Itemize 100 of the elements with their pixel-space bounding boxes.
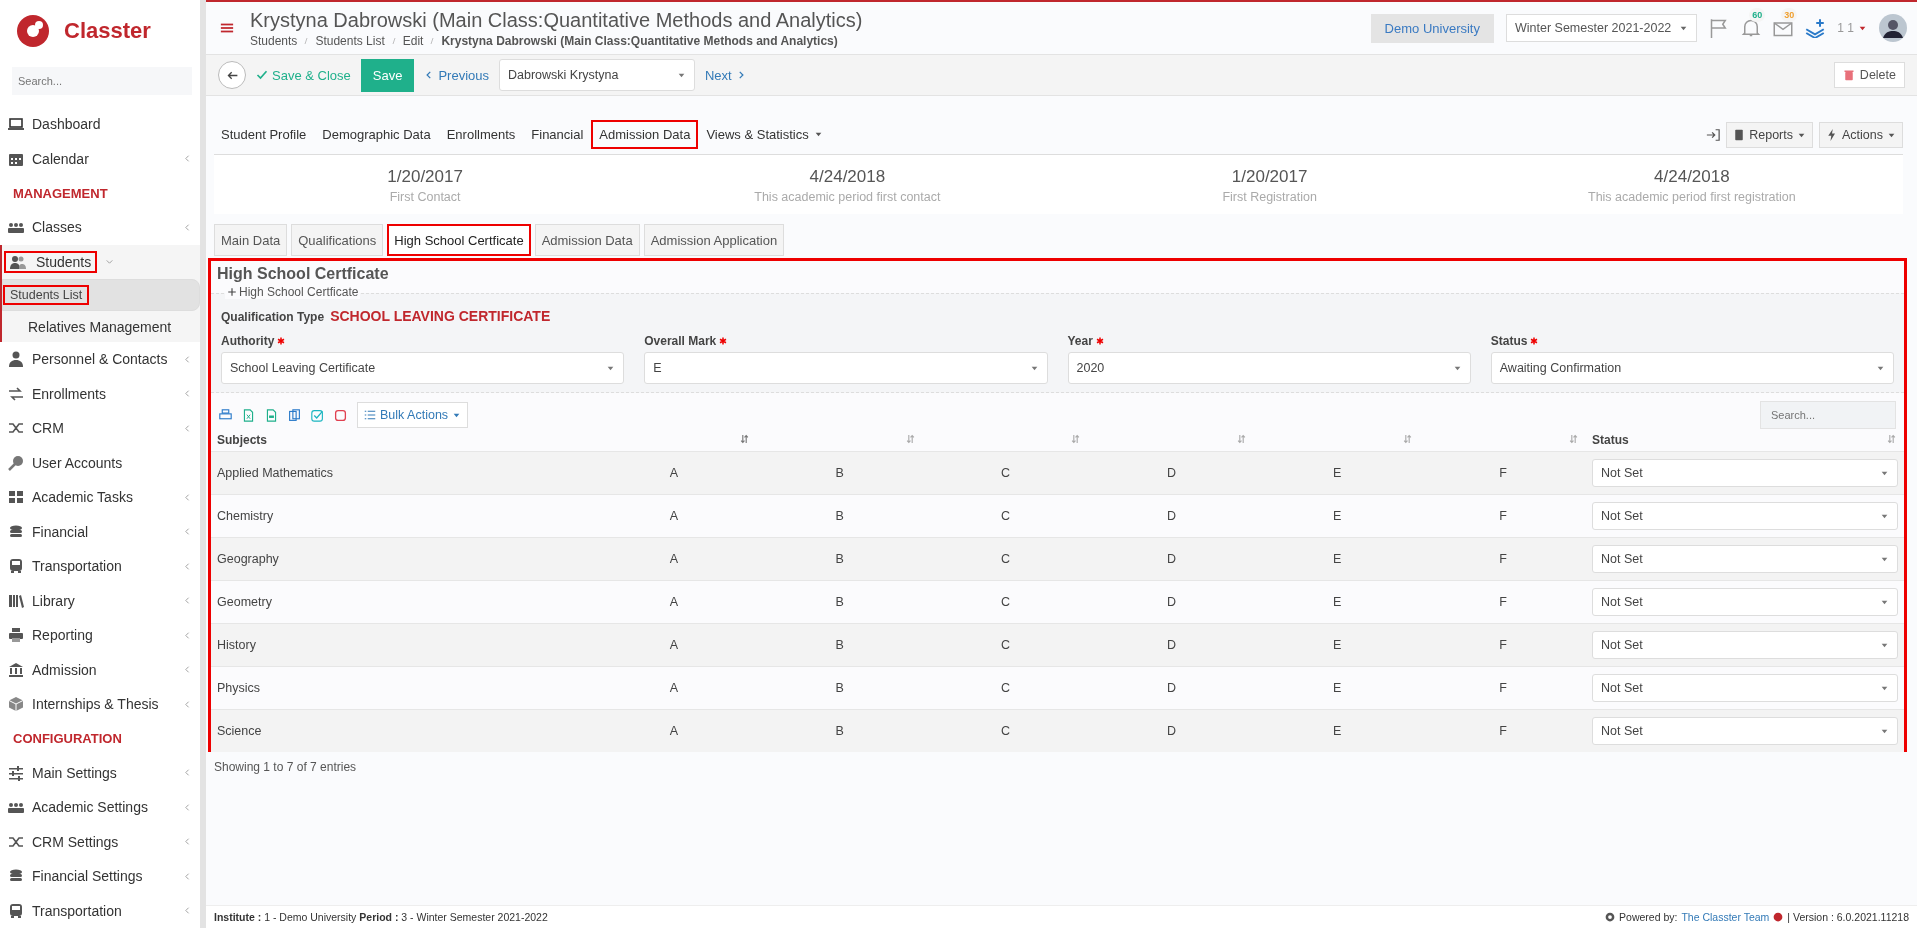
institution-button[interactable]: Demo University [1370,13,1494,43]
sidebar-item[interactable]: Calendar [0,141,200,176]
table-cell: F [1420,709,1586,752]
status-select[interactable]: Not Set [1592,545,1898,573]
subtab[interactable]: Admission Data [534,224,640,256]
status-select[interactable]: Not Set [1592,459,1898,487]
exchange-icon [8,385,24,402]
previous-button[interactable]: Previous [424,67,489,83]
table-search-field[interactable]: Search... [1760,401,1896,429]
delete-button[interactable]: Delete [1833,62,1905,88]
submenu-item[interactable]: Students List [2,279,200,311]
sign-in-icon [1706,128,1721,142]
sidebar-item[interactable]: Reporting [0,618,200,653]
printer-icon [8,627,24,644]
sidebar-item[interactable]: Students [2,244,200,279]
breadcrumb-link[interactable]: Edit [402,33,424,48]
tab[interactable]: Views & Statistics [699,121,830,148]
subtab[interactable]: Main Data [214,224,288,256]
layers-plus-icon [1805,18,1826,38]
avatar[interactable] [1879,14,1907,42]
sidebar-item[interactable]: Transportation [0,893,200,928]
sort-icon[interactable] [1403,434,1413,444]
column-header[interactable]: Status [1592,433,1629,447]
sidebar-item[interactable]: Enrollments [0,376,200,411]
date-label: This academic period first registration [1587,190,1797,204]
table-cell: B [756,709,923,752]
sidebar-item[interactable]: Dashboard [0,107,200,142]
sidebar-item[interactable]: Academic Settings [0,790,200,825]
sort-icon[interactable] [1887,434,1896,444]
tab[interactable]: Financial [524,121,591,148]
breadcrumb-link[interactable]: Students [250,33,298,48]
users-icon [10,253,26,270]
sidebar-item[interactable]: Admission [0,652,200,687]
copy-icon[interactable] [288,408,301,422]
select-field[interactable]: Awaiting Confirmation [1490,352,1894,384]
sidebar-item[interactable]: Classes [0,210,200,245]
sidebar-item[interactable]: User Accounts [0,445,200,480]
subtab[interactable]: High School Certficate [387,224,531,256]
print-icon[interactable] [219,408,232,422]
status-select[interactable]: Not Set [1592,502,1898,530]
team-link[interactable]: The Classter Team [1681,911,1770,923]
sidebar-item[interactable]: Financial Settings [0,859,200,894]
period-dropdown[interactable]: Winter Semester 2021-2022 [1505,14,1698,42]
select-field[interactable]: E [644,352,1048,384]
section-heading: MANAGEMENT [12,184,109,203]
search-field[interactable]: Search... [12,67,192,95]
status-select[interactable]: Not Set [1592,588,1898,616]
bus-icon [8,558,24,575]
sidebar-item[interactable]: CRM [0,411,200,446]
actions-button[interactable]: Actions [1819,122,1903,148]
tab[interactable]: Admission Data [592,121,698,148]
sort-icon[interactable] [739,434,749,444]
select-field[interactable]: School Leaving Certificate [221,352,625,384]
sort-icon[interactable] [1237,434,1247,444]
grid-icon [8,489,24,506]
submenu-item[interactable]: Relatives Management [2,311,200,342]
csv-file-icon[interactable] [265,408,278,422]
sidebar-item[interactable]: Transportation [0,549,200,584]
sort-icon[interactable] [1071,434,1081,444]
status-select[interactable]: Not Set [1592,631,1898,659]
next-button[interactable]: Next [705,67,746,83]
table-cell: B [756,623,923,667]
record-dropdown[interactable]: Dabrowski Krystyna [499,59,695,91]
sidebar-item[interactable]: Personnel & Contacts [0,342,200,377]
sidebar-item[interactable]: Main Settings [0,755,200,790]
sort-icon[interactable] [1569,434,1578,444]
sidebar-item[interactable]: Library [0,583,200,618]
table-cell: History [211,623,591,667]
subtab[interactable]: Admission Application [643,224,785,256]
square-icon[interactable] [334,408,347,422]
person-icon [8,351,24,368]
sidebar-item[interactable]: Internships & Thesis [0,687,200,722]
tab[interactable]: Demographic Data [315,121,438,148]
sidebar-item[interactable]: Academic Tasks [0,480,200,515]
bulk-actions-button[interactable]: Bulk Actions [357,402,469,428]
tab[interactable]: Enrollments [439,121,523,148]
date-label: This academic period first contact [753,190,942,204]
chevron-left-icon [183,561,192,571]
tab[interactable]: Student Profile [214,121,314,148]
reports-button[interactable]: Reports [1726,122,1813,148]
breadcrumb-link[interactable]: Students List [315,33,385,48]
table-cell: F [1420,451,1586,495]
column-header[interactable]: Subjects [217,433,267,447]
status-select[interactable]: Not Set [1592,717,1898,745]
select-field[interactable]: 2020 [1067,352,1471,384]
books-icon [8,592,24,609]
sidebar-item[interactable]: CRM Settings [0,824,200,859]
subtab[interactable]: Qualifications [291,224,384,256]
status-select[interactable]: Not Set [1592,674,1898,702]
qualification-value: SCHOOL LEAVING CERTIFICATE [330,308,551,324]
caret-down-icon [813,130,823,139]
sidebar-item[interactable]: Financial [0,514,200,549]
back-button[interactable] [218,61,246,89]
check-square-icon[interactable] [311,408,324,422]
table-cell: A [591,451,757,495]
chevron-left-icon [183,871,192,881]
sort-icon[interactable] [905,434,915,444]
footer-label: Institute : [214,911,262,923]
panel-title: High School Certficate [216,264,390,284]
excel-file-icon[interactable] [242,408,255,422]
